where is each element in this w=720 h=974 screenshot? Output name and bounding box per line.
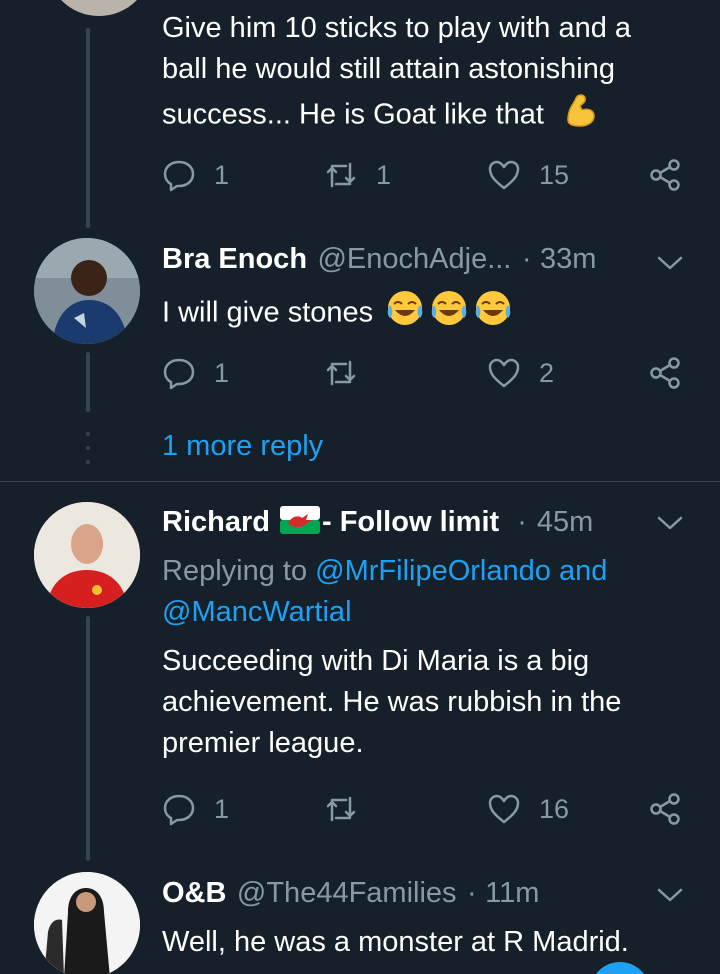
heart-icon bbox=[488, 794, 520, 824]
replying-to: Replying to @MrFilipeOrlando and @MancWa… bbox=[162, 555, 608, 628]
tweet-text: Succeeding with Di Maria is a big achiev… bbox=[162, 645, 622, 759]
tweet-header: Bra Enoch @EnochAdje... · 33m bbox=[162, 243, 596, 276]
share-icon bbox=[650, 357, 680, 389]
tweet-text: Well, he was a monster at R Madrid. bbox=[162, 926, 629, 958]
display-name[interactable]: O&B bbox=[162, 877, 226, 909]
flexed-biceps-emoji bbox=[560, 90, 600, 142]
tweet-actions: 1 1 15 bbox=[162, 155, 692, 195]
divider bbox=[0, 481, 720, 482]
handle[interactable]: @The44Families bbox=[237, 877, 457, 909]
reply-icon bbox=[163, 160, 195, 192]
separator: · bbox=[521, 243, 532, 275]
reply-icon bbox=[163, 794, 195, 826]
avatar[interactable] bbox=[34, 872, 140, 974]
handle[interactable]: @EnochAdje... bbox=[317, 243, 511, 275]
mention-link[interactable]: @MancWartial bbox=[162, 596, 352, 628]
tweet-header: Richard - Follow limit · 45m bbox=[162, 506, 594, 539]
reply-button[interactable]: 1 bbox=[162, 789, 229, 829]
wales-flag-icon bbox=[279, 506, 320, 539]
tweet-actions: 1 16 bbox=[162, 789, 692, 829]
heart-icon bbox=[488, 358, 520, 388]
mention-link[interactable]: @MrFilipeOrlando bbox=[315, 555, 551, 587]
heart-icon bbox=[488, 160, 520, 190]
like-button[interactable]: 16 bbox=[487, 789, 569, 829]
retweet-icon bbox=[326, 162, 356, 188]
retweet-icon bbox=[326, 796, 356, 822]
avatar[interactable] bbox=[46, 0, 152, 16]
timestamp[interactable]: 33m bbox=[540, 243, 596, 275]
avatar[interactable] bbox=[34, 502, 140, 608]
compose-button[interactable] bbox=[590, 962, 650, 974]
retweet-button[interactable]: 1 bbox=[324, 155, 391, 195]
display-name[interactable]: Richard bbox=[162, 506, 270, 539]
reply-icon bbox=[163, 358, 195, 390]
like-button[interactable]: 15 bbox=[487, 155, 569, 195]
share-icon bbox=[650, 793, 680, 825]
chevron-down-icon[interactable] bbox=[655, 248, 685, 278]
separator: · bbox=[517, 506, 527, 538]
display-name[interactable]: Bra Enoch bbox=[162, 243, 307, 275]
separator: · bbox=[466, 877, 477, 909]
reply-button[interactable]: 1 bbox=[162, 353, 229, 393]
timestamp[interactable]: 45m bbox=[537, 506, 593, 539]
tweet-header: O&B @The44Families · 11m bbox=[162, 877, 539, 910]
tweet-actions: 1 2 bbox=[162, 353, 692, 393]
tweet-text: I will give stones bbox=[162, 288, 513, 340]
timestamp[interactable]: 11m bbox=[485, 877, 539, 909]
share-button[interactable] bbox=[648, 353, 682, 393]
chevron-down-icon[interactable] bbox=[655, 880, 685, 910]
thread-line bbox=[86, 28, 90, 228]
reply-button[interactable]: 1 bbox=[162, 155, 229, 195]
chevron-down-icon[interactable] bbox=[655, 508, 685, 538]
joy-emoji bbox=[385, 288, 513, 340]
thread-line bbox=[86, 352, 90, 412]
avatar[interactable] bbox=[34, 238, 140, 344]
retweet-icon bbox=[326, 360, 356, 386]
share-button[interactable] bbox=[648, 789, 682, 829]
more-replies-link[interactable]: 1 more reply bbox=[162, 430, 323, 463]
more-replies-dots bbox=[85, 432, 91, 464]
tweet-text: Give him 10 sticks to play with and a ba… bbox=[162, 8, 631, 142]
retweet-button[interactable] bbox=[324, 789, 358, 829]
share-icon bbox=[650, 159, 680, 191]
like-button[interactable]: 2 bbox=[487, 353, 554, 393]
share-button[interactable] bbox=[648, 155, 682, 195]
retweet-button[interactable] bbox=[324, 353, 358, 393]
thread-line bbox=[86, 616, 90, 861]
